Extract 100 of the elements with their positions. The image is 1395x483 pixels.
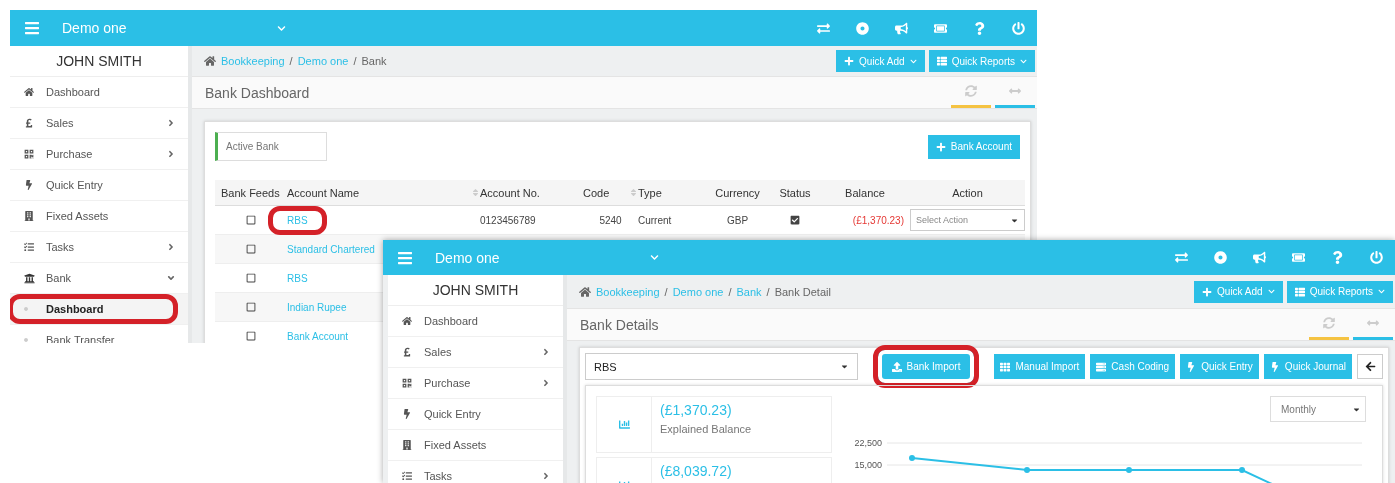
checkbox[interactable] — [246, 244, 256, 254]
data-point — [909, 455, 915, 461]
refresh-icon[interactable] — [965, 85, 977, 97]
bolt-icon — [402, 409, 412, 419]
add-bank-account-button[interactable]: Bank Account — [927, 134, 1020, 159]
breadcrumb-link[interactable]: Demo one — [297, 55, 349, 67]
help-icon[interactable] — [1331, 251, 1344, 264]
checkbox[interactable] — [246, 215, 256, 225]
building-icon — [24, 211, 34, 221]
list-icon — [1294, 286, 1305, 297]
power-icon[interactable] — [1370, 251, 1383, 264]
filter-field[interactable]: Active Bank — [215, 132, 327, 161]
horizontal-arrows-icon[interactable] — [1009, 85, 1021, 97]
summary-label: Explained Balance — [660, 423, 752, 435]
bolt-icon — [1186, 361, 1197, 372]
column-header: Status — [770, 180, 820, 206]
breadcrumb-link[interactable]: Bookkeeping — [596, 285, 660, 298]
chevron-down-icon — [1378, 288, 1385, 295]
account-link[interactable]: RBS — [287, 272, 308, 284]
megaphone-icon[interactable] — [895, 21, 908, 35]
breadcrumb-link[interactable]: Demo one — [672, 285, 724, 298]
swap-arrows-icon[interactable] — [817, 21, 830, 35]
quick-add-button[interactable]: Quick Add — [1194, 280, 1283, 303]
bank-icon — [24, 272, 35, 284]
bank-select[interactable]: RBS — [585, 353, 858, 380]
megaphone-icon[interactable] — [1253, 251, 1266, 264]
breadcrumb-separator: / — [289, 55, 293, 67]
checkbox[interactable] — [246, 273, 256, 283]
account-link[interactable]: Standard Chartered — [287, 243, 375, 255]
refresh-icon[interactable] — [1323, 317, 1335, 329]
axis-label: 22,500 — [854, 438, 882, 448]
data-point — [1239, 467, 1245, 473]
quick-add-button[interactable]: Quick Add — [836, 50, 925, 72]
data-point — [1024, 467, 1030, 473]
account-link[interactable]: Bank Account — [287, 330, 349, 342]
sidebar-item[interactable]: Dashboard — [10, 294, 188, 325]
back-arrow-button[interactable] — [1357, 354, 1383, 379]
menu-icon[interactable] — [24, 20, 40, 36]
breadcrumb-separator: / — [353, 55, 357, 67]
menu-icon[interactable] — [397, 249, 413, 266]
list-icon — [402, 471, 412, 481]
ticket-icon[interactable] — [1292, 251, 1305, 264]
summary-amount: (£8,039.72) — [660, 463, 732, 479]
toolbar-button[interactable]: Cash Coding — [1090, 354, 1176, 379]
column-header: Action — [910, 180, 1025, 206]
column-header: Balance — [820, 180, 910, 206]
breadcrumb-current: Bank — [361, 55, 387, 67]
breadcrumb-current: Bank Detail — [774, 285, 831, 298]
quick-reports-button[interactable]: Quick Reports — [1286, 280, 1393, 303]
table-cell: 5240 — [599, 214, 622, 226]
axis-label: 15,000 — [854, 460, 882, 470]
grid-icon — [1000, 361, 1011, 372]
table-cell: 0123456789 — [480, 214, 536, 226]
list-icon — [24, 242, 34, 252]
period-select[interactable]: Monthly — [1270, 396, 1366, 422]
checkbox[interactable] — [246, 331, 256, 341]
plus-icon — [844, 56, 855, 66]
swap-arrows-icon[interactable] — [1175, 251, 1188, 264]
stack-icon — [1096, 361, 1107, 372]
column-header: Type — [638, 180, 705, 206]
checkbox[interactable] — [246, 302, 256, 312]
chevron-down-icon — [909, 57, 917, 65]
power-icon[interactable] — [1012, 21, 1025, 35]
company-name[interactable]: Demo one — [435, 249, 500, 266]
toolbar-button[interactable]: Quick Entry — [1180, 354, 1259, 379]
chevron-down-icon[interactable] — [276, 23, 286, 33]
plus-icon — [935, 141, 946, 152]
toolbar-button[interactable]: Quick Journal — [1263, 354, 1352, 379]
column-header: Bank Feeds — [215, 180, 287, 206]
chevron-down-icon — [1267, 288, 1275, 295]
breadcrumb-separator: / — [664, 285, 668, 298]
home-icon[interactable] — [204, 55, 216, 67]
column-header[interactable]: Code — [583, 180, 638, 206]
horizontal-arrows-icon[interactable] — [1367, 317, 1379, 329]
breadcrumb-separator: / — [766, 285, 770, 298]
company-name[interactable]: Demo one — [62, 20, 127, 36]
sort-icon[interactable] — [471, 188, 480, 197]
bolt-icon — [24, 180, 34, 190]
quick-reports-button[interactable]: Quick Reports — [928, 50, 1035, 72]
chevron-down-icon — [1020, 57, 1027, 65]
action-select[interactable]: Select Action — [910, 209, 1025, 231]
breadcrumb-link[interactable]: Bookkeeping — [221, 55, 285, 67]
data-point — [1126, 467, 1132, 473]
home-icon[interactable] — [579, 285, 591, 298]
breadcrumb-link[interactable]: Bank — [736, 285, 762, 298]
toolbar-button[interactable]: Bank Import — [872, 345, 980, 388]
page-title: Bank Details — [580, 316, 659, 333]
grid-icon — [402, 378, 412, 388]
building-icon — [402, 440, 412, 450]
balance-amount: (£1,370.23) — [852, 214, 904, 226]
column-header[interactable]: Account Name — [287, 180, 480, 206]
table-cell: GBP — [726, 214, 749, 226]
plus-icon — [1202, 286, 1213, 297]
sort-icon[interactable] — [629, 188, 638, 197]
ticket-icon[interactable] — [934, 21, 947, 35]
toolbar-button[interactable]: Manual Import — [994, 354, 1086, 379]
upload-icon — [891, 361, 902, 372]
help-icon[interactable] — [973, 21, 986, 35]
account-link[interactable]: Indian Rupee — [287, 301, 347, 313]
chevron-down-icon[interactable] — [649, 253, 659, 262]
